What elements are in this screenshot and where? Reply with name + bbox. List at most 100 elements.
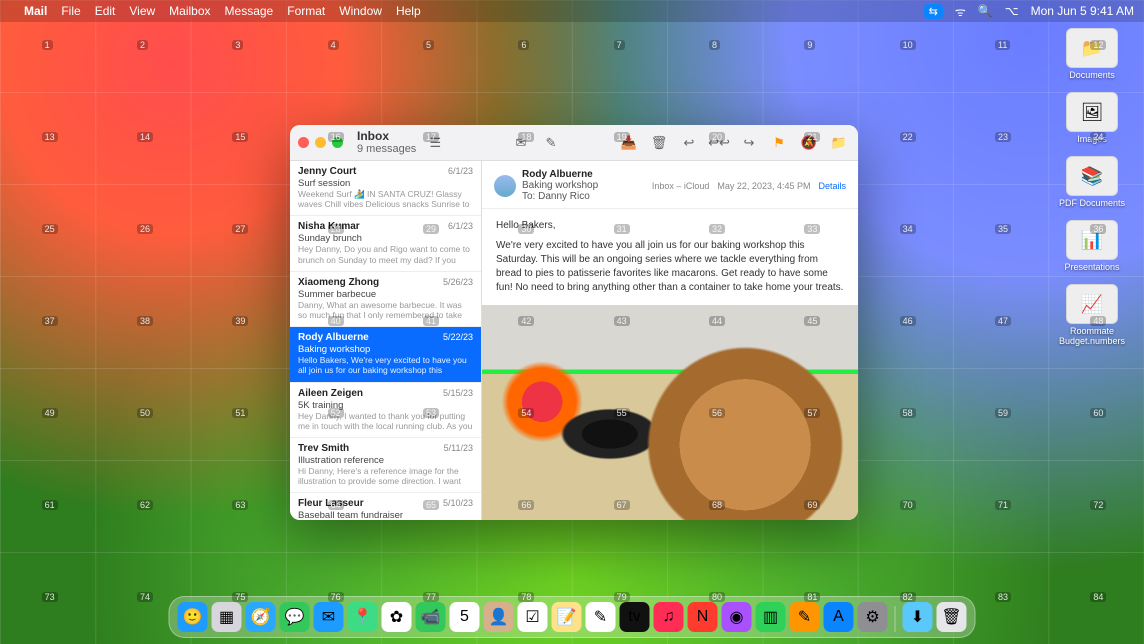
dock-numbers[interactable]: ▥ — [756, 602, 786, 632]
msg-from: Rody Albuerne — [298, 332, 369, 343]
images-folder[interactable]: 🖼 Images — [1052, 92, 1132, 144]
menu-window[interactable]: Window — [339, 4, 382, 18]
dock-trash[interactable]: 🗑 — [937, 602, 967, 632]
menu-format[interactable]: Format — [287, 4, 325, 18]
dock-facetime[interactable]: 📹 — [416, 602, 446, 632]
msg-date: 5/15/23 — [443, 388, 473, 399]
msg-subject: Surf session — [298, 178, 473, 189]
msg-subject: Baseball team fundraiser — [298, 510, 473, 520]
avatar — [494, 175, 516, 197]
msg-preview: Hi Danny, Here's a reference image for t… — [298, 466, 473, 486]
filter-icon[interactable]: ☰ — [424, 132, 446, 154]
mute-icon[interactable]: 🔕 — [798, 132, 820, 154]
msg-subject: Illustration reference — [298, 455, 473, 466]
mailbox-title: Inbox 9 messages — [357, 130, 416, 155]
msg-preview: Danny, What an awesome barbecue. It was … — [298, 300, 473, 320]
message-row[interactable]: Nisha Kumar 6/1/23Sunday brunchHey Danny,… — [290, 216, 481, 271]
message-row[interactable]: Aileen Zeigen5/15/235K trainingHey Danny… — [290, 383, 481, 438]
menubar-clock[interactable]: Mon Jun 5 9:41 AM — [1031, 4, 1134, 18]
mail-toolbar: Inbox 9 messages ☰ ✉︎ ✎ 📥 🗑 ↩︎ ↩︎↩︎ ↪︎ ⚑… — [290, 125, 858, 161]
presentations-folder[interactable]: 📊Presentations — [1052, 220, 1132, 272]
dock-podcasts[interactable]: ◉ — [722, 602, 752, 632]
wifi-icon[interactable]: ᯤ — [955, 3, 966, 20]
dock-mail[interactable]: ✉︎ — [314, 602, 344, 632]
roommate-budget-file[interactable]: 📈Roommate Budget.numbers — [1052, 284, 1132, 346]
compose-icon[interactable]: ✎ — [540, 132, 562, 154]
dock-notes[interactable]: 📝 — [552, 602, 582, 632]
menu-file[interactable]: File — [61, 4, 80, 18]
folder-icon: 🖼 — [1066, 92, 1118, 132]
reply-all-icon[interactable]: ↩︎↩︎ — [708, 132, 730, 154]
minimize-button[interactable] — [315, 137, 326, 148]
dock-photos[interactable]: ✿ — [382, 602, 412, 632]
message-row[interactable]: Trev Smith5/11/23Illustration referenceH… — [290, 438, 481, 493]
reader-to: Danny Rico — [538, 191, 590, 202]
msg-from: Fleur Lasseur — [298, 498, 364, 509]
message-row[interactable]: Jenny Court6/1/23Surf sessionWeekend Sur… — [290, 161, 481, 216]
menu-help[interactable]: Help — [396, 4, 421, 18]
forward-icon[interactable]: ↪︎ — [738, 132, 760, 154]
dock-maps[interactable]: 📍 — [348, 602, 378, 632]
msg-preview: Hey Danny, Do you and Rigo want to come … — [298, 244, 473, 264]
dock-contacts[interactable]: 👤 — [484, 602, 514, 632]
msg-from: Trev Smith — [298, 443, 349, 454]
dock-tv[interactable]: tv — [620, 602, 650, 632]
dock-reminders[interactable]: ☑︎ — [518, 602, 548, 632]
msg-preview: Hey Danny, I wanted to thank you for put… — [298, 411, 473, 431]
dock-appstore[interactable]: A — [824, 602, 854, 632]
reader-subject: Baking workshop — [522, 180, 598, 191]
reply-icon[interactable]: ↩︎ — [678, 132, 700, 154]
msg-from: Xiaomeng Zhong — [298, 277, 379, 288]
icon-label: PDF Documents — [1059, 198, 1125, 208]
envelope-icon[interactable]: ✉︎ — [510, 132, 532, 154]
window-controls — [298, 137, 343, 148]
reader-greeting: Hello Bakers, — [496, 219, 844, 233]
details-link[interactable]: Details — [818, 181, 846, 191]
message-row[interactable]: Fleur Lasseur5/10/23Baseball team fundra… — [290, 493, 481, 520]
message-row[interactable]: Xiaomeng Zhong5/26/23Summer barbecueDann… — [290, 272, 481, 327]
dock-news[interactable]: N — [688, 602, 718, 632]
archive-icon[interactable]: 📥 — [618, 132, 640, 154]
inbox-count: 9 messages — [357, 143, 416, 155]
reader-body-text: We're very excited to have you all join … — [496, 239, 844, 295]
menu-message[interactable]: Message — [225, 4, 274, 18]
message-row[interactable]: Rody Albuerne5/22/23Baking workshopHello… — [290, 327, 481, 382]
dock-launchpad[interactable]: ▦ — [212, 602, 242, 632]
msg-from: Nisha Kumar — [298, 221, 360, 232]
dock-settings[interactable]: ⚙︎ — [858, 602, 888, 632]
move-icon[interactable]: 📁 — [828, 132, 850, 154]
dock-safari[interactable]: 🧭 — [246, 602, 276, 632]
folder-icon: 📁 — [1066, 28, 1118, 68]
folder-icon: 📈 — [1066, 284, 1118, 324]
dock-freeform[interactable]: ✎ — [586, 602, 616, 632]
menu-edit[interactable]: Edit — [95, 4, 116, 18]
dock-pages[interactable]: ✎ — [790, 602, 820, 632]
menubar: Mail File Edit View Mailbox Message Format Win… — [0, 0, 1144, 22]
spotlight-icon[interactable]: 🔍 — [978, 4, 993, 18]
msg-subject: Summer barbecue — [298, 289, 473, 300]
screen-mirroring-icon[interactable]: ⇆ — [924, 4, 943, 19]
dock-finder[interactable]: 🙂 — [178, 602, 208, 632]
menu-view[interactable]: View — [129, 4, 155, 18]
dock-messages[interactable]: 💬 — [280, 602, 310, 632]
dock-downloads[interactable]: ⬇︎ — [903, 602, 933, 632]
msg-date: 6/1/23 — [448, 221, 473, 232]
dock-calendar[interactable]: 5 — [450, 602, 480, 632]
message-list[interactable]: Jenny Court6/1/23Surf sessionWeekend Sur… — [290, 161, 482, 520]
mail-window: Inbox 9 messages ☰ ✉︎ ✎ 📥 🗑 ↩︎ ↩︎↩︎ ↪︎ ⚑… — [290, 125, 858, 520]
documents-folder[interactable]: 📁Documents — [1052, 28, 1132, 80]
zoom-button[interactable] — [332, 137, 343, 148]
icon-label: Roommate Budget.numbers — [1052, 326, 1132, 346]
msg-subject: Sunday brunch — [298, 233, 473, 244]
pdf-documents-folder[interactable]: 📚PDF Documents — [1052, 156, 1132, 208]
dock-music[interactable]: ♫ — [654, 602, 684, 632]
trash-icon[interactable]: 🗑 — [648, 132, 670, 154]
menubar-app[interactable]: Mail — [24, 4, 47, 18]
menu-mailbox[interactable]: Mailbox — [169, 4, 210, 18]
flag-icon[interactable]: ⚑ — [768, 132, 790, 154]
control-center-icon[interactable]: ⌥ — [1005, 4, 1019, 18]
reader-mailbox: Inbox – iCloud — [652, 181, 710, 191]
icon-label: Images — [1077, 134, 1107, 144]
reader-inline-image — [482, 305, 858, 520]
close-button[interactable] — [298, 137, 309, 148]
